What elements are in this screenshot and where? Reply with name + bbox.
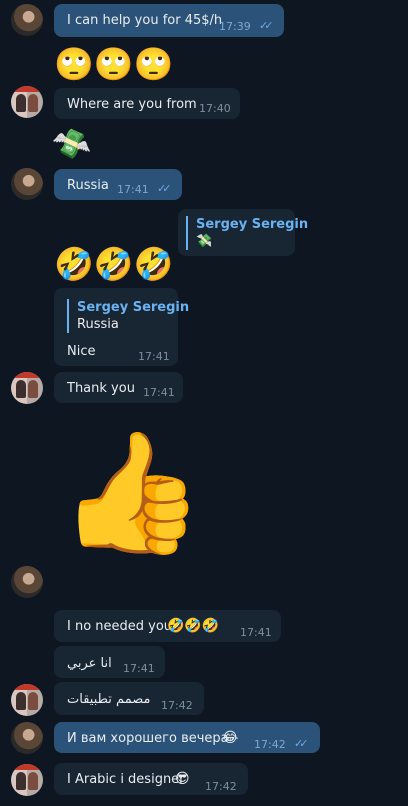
reply-content: 💸 bbox=[196, 234, 213, 249]
avatar[interactable] bbox=[11, 86, 43, 118]
message-text: Russia bbox=[67, 178, 109, 193]
message-bubble[interactable]: Russia 17:41 ✓✓ bbox=[54, 169, 182, 200]
avatar[interactable] bbox=[11, 168, 43, 200]
message-bubble[interactable]: Sergey Seregin Russia Nice 17:41 bbox=[54, 288, 189, 366]
reply-author: Sergey Seregin bbox=[196, 217, 309, 232]
avatar[interactable] bbox=[11, 4, 43, 36]
message-time: 17:41 bbox=[143, 386, 175, 399]
message-bubble[interactable]: I no needed you 🤣🤣🤣 17:41 bbox=[54, 610, 281, 642]
message-text: I no needed you bbox=[67, 619, 173, 634]
avatar[interactable] bbox=[11, 764, 43, 796]
message-bubble[interactable]: И вам хорошего вечера 😂 17:42 ✓✓ bbox=[54, 722, 320, 753]
message-text: I can help you for 45$/h bbox=[67, 13, 223, 28]
emoji-inline: 😎 bbox=[175, 771, 190, 787]
message-text: Thank you bbox=[67, 381, 135, 396]
message-time: 17:42 bbox=[205, 780, 237, 793]
message-text: Where are you from bbox=[67, 97, 197, 112]
message-text: И вам хорошего вечера bbox=[67, 731, 229, 746]
message-bubble[interactable]: مصمم تطبيقات 17:42 bbox=[54, 682, 204, 715]
avatar[interactable] bbox=[11, 372, 43, 404]
message-text: انا عربي bbox=[67, 656, 112, 671]
message-text: مصمم تطبيقات bbox=[67, 692, 151, 707]
double-check-icon: ✓✓ bbox=[157, 182, 172, 195]
double-check-icon: ✓✓ bbox=[294, 737, 309, 750]
reply-content: Russia bbox=[77, 317, 119, 332]
message-bubble[interactable]: انا عربي 17:41 bbox=[54, 646, 165, 678]
reply-preview-bubble[interactable]: Sergey Seregin 💸 bbox=[178, 209, 308, 256]
emoji-inline: 😂 bbox=[222, 730, 239, 746]
message-time: 17:41 bbox=[240, 626, 272, 639]
message-time: 17:41 bbox=[117, 183, 149, 196]
message-bubble[interactable]: Thank you 17:41 bbox=[54, 372, 183, 403]
money-sticker[interactable]: 💸 bbox=[49, 123, 93, 166]
thumbs-up-sticker[interactable]: 👍 bbox=[58, 422, 208, 562]
message-bubble[interactable]: I Arabic i designer 😎 17:42 bbox=[54, 763, 248, 795]
emoji-message[interactable]: 🤣🤣🤣 bbox=[54, 246, 174, 282]
message-time: 17:42 bbox=[161, 699, 193, 712]
reply-author: Sergey Seregin bbox=[77, 300, 190, 315]
avatar[interactable] bbox=[11, 566, 43, 598]
reply-quote[interactable]: Sergey Seregin 💸 bbox=[186, 216, 308, 250]
avatar[interactable] bbox=[11, 684, 43, 716]
message-bubble[interactable]: Where are you from 17:40 bbox=[54, 88, 240, 119]
message-time: 17:41 bbox=[123, 662, 155, 675]
message-text: Nice bbox=[67, 344, 96, 359]
message-bubble[interactable]: I can help you for 45$/h 17:39 ✓✓ bbox=[54, 4, 284, 37]
message-time: 17:41 bbox=[138, 350, 170, 363]
emoji-message[interactable]: 🙄🙄🙄 bbox=[54, 46, 174, 82]
message-time: 17:39 bbox=[219, 20, 251, 33]
reply-quote[interactable]: Sergey Seregin Russia bbox=[67, 299, 189, 333]
message-text: I Arabic i designer bbox=[67, 772, 185, 787]
emoji-inline: 🤣🤣🤣 bbox=[167, 618, 220, 634]
double-check-icon: ✓✓ bbox=[259, 19, 274, 32]
avatar[interactable] bbox=[11, 722, 43, 754]
message-time: 17:40 bbox=[199, 102, 231, 115]
message-time: 17:42 bbox=[254, 738, 286, 751]
